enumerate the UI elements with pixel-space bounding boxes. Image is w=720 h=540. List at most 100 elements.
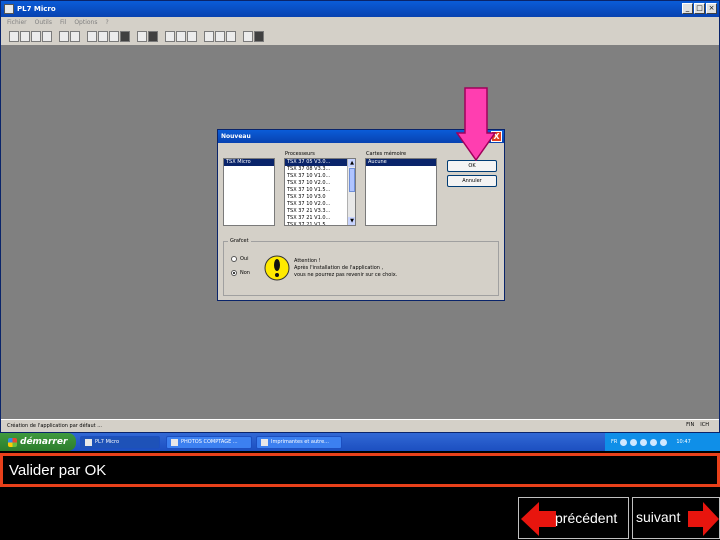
task-label: PHOTOS COMPTAGE ...: [181, 439, 238, 445]
task-pl7-micro[interactable]: PL7 Micro: [80, 435, 160, 449]
app-title: PL7 Micro: [17, 5, 56, 13]
table-icon[interactable]: [215, 31, 225, 42]
cancel-button[interactable]: Annuler: [447, 175, 497, 187]
print-icon[interactable]: [42, 31, 52, 42]
app-icon: [85, 438, 92, 446]
caption-text: Valider par OK: [9, 462, 107, 479]
status-fin: FIN: [686, 422, 695, 428]
previous-label: précédent: [555, 510, 618, 526]
minimize-button[interactable]: _: [682, 3, 693, 14]
list-item[interactable]: TSX 37 21 V1.5...: [285, 222, 355, 225]
window-icon[interactable]: [226, 31, 236, 42]
menu-outils[interactable]: Outils: [35, 19, 52, 26]
processors-scrollbar[interactable]: ▲ ▼: [347, 159, 355, 225]
titlebar: PL7 Micro _ □ ×: [1, 1, 719, 17]
maximize-button[interactable]: □: [694, 3, 705, 14]
warning-title: Attention !: [294, 258, 321, 264]
radio-no-label: Non: [240, 270, 250, 276]
close-button[interactable]: ×: [706, 3, 717, 14]
grafcet-label: Grafcet: [228, 238, 251, 244]
list-item[interactable]: TSX 37 10 V2.0...: [285, 201, 355, 208]
volume-icon[interactable]: [630, 438, 638, 446]
radio-no[interactable]: Non: [231, 270, 250, 276]
caption-box: Valider par OK: [0, 453, 720, 487]
folder-icon: [171, 438, 178, 446]
redo-icon[interactable]: [70, 31, 80, 42]
plc-icon[interactable]: [120, 31, 130, 42]
start-button[interactable]: démarrer: [0, 433, 76, 451]
statusbar: Création de l'application par défaut ...…: [1, 419, 719, 432]
ok-button[interactable]: OK: [447, 160, 497, 172]
undo-icon[interactable]: [59, 31, 69, 42]
scroll-up-icon[interactable]: ▲: [348, 159, 355, 167]
family-list[interactable]: TSX Micro: [223, 158, 275, 226]
update-icon[interactable]: [660, 438, 668, 446]
open-icon[interactable]: [20, 31, 30, 42]
clock: 10:47: [676, 439, 691, 445]
new-icon[interactable]: [9, 31, 19, 42]
list-item[interactable]: TSX 37 10 V3.0: [285, 194, 355, 201]
previous-button[interactable]: précédent: [518, 497, 629, 539]
cut-icon[interactable]: [87, 31, 97, 42]
usb-icon[interactable]: [650, 438, 658, 446]
processors-label: Processeurs: [285, 151, 315, 157]
task-label: PL7 Micro: [95, 439, 120, 445]
window-controls: _ □ ×: [682, 3, 717, 14]
warning-line-1: Après l'installation de l'application ,: [294, 265, 384, 271]
dialog-title: Nouveau: [221, 133, 251, 140]
memory-cards-list[interactable]: Aucune: [365, 158, 437, 226]
menu-options[interactable]: Options: [74, 19, 97, 26]
stop-icon[interactable]: [187, 31, 197, 42]
printer-icon: [261, 438, 268, 446]
grid-icon[interactable]: [204, 31, 214, 42]
save-icon[interactable]: [31, 31, 41, 42]
warning-icon: [263, 253, 291, 283]
taskbar: démarrer PL7 Micro PHOTOS COMPTAGE ... I…: [0, 433, 720, 451]
monitor-icon[interactable]: [148, 31, 158, 42]
list-item[interactable]: TSX 37 05 V3.0...: [285, 159, 355, 166]
whatsthis-icon[interactable]: [254, 31, 264, 42]
memory-cards-label: Cartes mémoire: [366, 151, 407, 157]
windows-logo-icon: [8, 437, 17, 447]
start-label: démarrer: [20, 437, 68, 447]
list-item[interactable]: TSX 37 21 V3.3...: [285, 208, 355, 215]
config-icon[interactable]: [137, 31, 147, 42]
task-photos[interactable]: PHOTOS COMPTAGE ...: [166, 435, 252, 449]
paste-icon[interactable]: [109, 31, 119, 42]
list-item[interactable]: TSX 37 10 V1.0...: [285, 173, 355, 180]
radio-yes[interactable]: Oui: [231, 256, 249, 262]
processors-list[interactable]: TSX 37 05 V3.0... TSX 37 08 V3.3... TSX 37…: [284, 158, 356, 226]
run-icon[interactable]: [176, 31, 186, 42]
list-item[interactable]: Aucune: [366, 159, 436, 166]
list-item[interactable]: TSX 37 10 V1.5...: [285, 187, 355, 194]
status-text: Création de l'application par défaut ...: [7, 423, 102, 429]
scroll-thumb[interactable]: [349, 168, 355, 192]
network-icon[interactable]: [620, 438, 628, 446]
system-tray: FR 10:47: [605, 433, 720, 451]
scroll-down-icon[interactable]: ▼: [348, 217, 355, 225]
list-item[interactable]: TSX Micro: [224, 159, 274, 166]
list-item[interactable]: TSX 37 21 V1.0...: [285, 215, 355, 222]
language-indicator[interactable]: FR: [611, 439, 617, 445]
next-label: suivant: [636, 509, 681, 525]
list-item[interactable]: TSX 37 10 V2.0...: [285, 180, 355, 187]
security-icon[interactable]: [640, 438, 648, 446]
status-ich: ICH: [700, 422, 709, 428]
task-label: Imprimantes et autre...: [271, 439, 329, 445]
connect-icon[interactable]: [165, 31, 175, 42]
help-icon[interactable]: [243, 31, 253, 42]
radio-yes-dot[interactable]: [231, 256, 237, 262]
toolbar: [1, 28, 719, 46]
menu-fil[interactable]: Fil: [60, 19, 66, 26]
next-button[interactable]: suivant: [632, 497, 720, 539]
copy-icon[interactable]: [98, 31, 108, 42]
task-printers[interactable]: Imprimantes et autre...: [256, 435, 342, 449]
arrow-right-icon: [688, 502, 719, 536]
menu-help[interactable]: ?: [105, 19, 108, 26]
radio-no-dot[interactable]: [231, 270, 237, 276]
radio-yes-label: Oui: [240, 256, 249, 262]
pointer-arrow-icon: [456, 87, 496, 161]
app-icon: [4, 4, 14, 14]
list-item[interactable]: TSX 37 08 V3.3...: [285, 166, 355, 173]
menu-fichier[interactable]: Fichier: [7, 19, 27, 26]
